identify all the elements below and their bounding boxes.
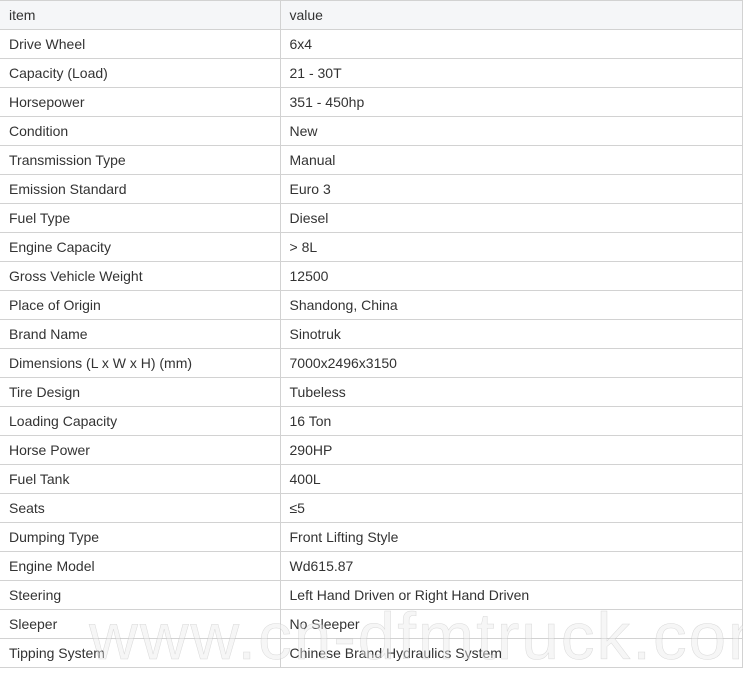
table-row: Capacity (Load) 21 - 30T: [0, 58, 743, 88]
value-cell: ≤5: [279, 493, 743, 523]
item-cell: Gross Vehicle Weight: [0, 261, 281, 291]
item-cell: Tire Design: [0, 377, 281, 407]
item-cell: Capacity (Load): [0, 58, 281, 88]
table-row: Fuel Type Diesel: [0, 203, 743, 233]
item-cell: Emission Standard: [0, 174, 281, 204]
value-cell: Chinese Brand Hydraulics System: [279, 638, 743, 668]
item-cell: Brand Name: [0, 319, 281, 349]
table-row: Tipping System Chinese Brand Hydraulics S…: [0, 638, 743, 668]
table-row: Condition New: [0, 116, 743, 146]
table-row: Horse Power 290HP: [0, 435, 743, 465]
item-cell: Seats: [0, 493, 281, 523]
spec-table-body: Drive Wheel 6x4 Capacity (Load) 21 - 30T Hor…: [0, 29, 743, 668]
table-row: Gross Vehicle Weight 12500: [0, 261, 743, 291]
value-cell: 290HP: [279, 435, 743, 465]
table-row: Dimensions (L x W x H) (mm) 7000x2496x315…: [0, 348, 743, 378]
table-row: Transmission Type Manual: [0, 145, 743, 175]
item-cell: Dimensions (L x W x H) (mm): [0, 348, 281, 378]
value-cell: Sinotruk: [279, 319, 743, 349]
item-cell: Condition: [0, 116, 281, 146]
value-cell: Front Lifting Style: [279, 522, 743, 552]
table-row: Drive Wheel 6x4: [0, 29, 743, 59]
item-cell: Horsepower: [0, 87, 281, 117]
value-cell: Shandong, China: [279, 290, 743, 320]
table-row: Fuel Tank 400L: [0, 464, 743, 494]
value-cell: Tubeless: [279, 377, 743, 407]
table-row: Engine Model Wd615.87: [0, 551, 743, 581]
table-row: Sleeper No Sleeper: [0, 609, 743, 639]
item-cell: Horse Power: [0, 435, 281, 465]
table-row: Horsepower 351 - 450hp: [0, 87, 743, 117]
table-row: Steering Left Hand Driven or Right Hand D…: [0, 580, 743, 610]
value-cell: Left Hand Driven or Right Hand Driven: [279, 580, 743, 610]
header-item: item: [0, 0, 281, 30]
value-cell: Manual: [279, 145, 743, 175]
header-value: value: [279, 0, 743, 30]
table-row: Dumping Type Front Lifting Style: [0, 522, 743, 552]
value-cell: New: [279, 116, 743, 146]
value-cell: Diesel: [279, 203, 743, 233]
table-row: Engine Capacity > 8L: [0, 232, 743, 262]
value-cell: Wd615.87: [279, 551, 743, 581]
item-cell: Engine Capacity: [0, 232, 281, 262]
value-cell: 21 - 30T: [279, 58, 743, 88]
value-cell: Euro 3: [279, 174, 743, 204]
table-row: Tire Design Tubeless: [0, 377, 743, 407]
value-cell: 400L: [279, 464, 743, 494]
value-cell: 12500: [279, 261, 743, 291]
table-row: Place of Origin Shandong, China: [0, 290, 743, 320]
table-row: Emission Standard Euro 3: [0, 174, 743, 204]
table-row: Brand Name Sinotruk: [0, 319, 743, 349]
item-cell: Fuel Type: [0, 203, 281, 233]
item-cell: Fuel Tank: [0, 464, 281, 494]
item-cell: Tipping System: [0, 638, 281, 668]
item-cell: Sleeper: [0, 609, 281, 639]
value-cell: 16 Ton: [279, 406, 743, 436]
value-cell: > 8L: [279, 232, 743, 262]
item-cell: Transmission Type: [0, 145, 281, 175]
table-header-row: item value: [0, 0, 743, 30]
item-cell: Drive Wheel: [0, 29, 281, 59]
spec-table: item value Drive Wheel 6x4 Capacity (Load)…: [0, 0, 743, 668]
item-cell: Engine Model: [0, 551, 281, 581]
item-cell: Dumping Type: [0, 522, 281, 552]
value-cell: 351 - 450hp: [279, 87, 743, 117]
value-cell: 7000x2496x3150: [279, 348, 743, 378]
item-cell: Steering: [0, 580, 281, 610]
item-cell: Loading Capacity: [0, 406, 281, 436]
table-row: Seats ≤5: [0, 493, 743, 523]
value-cell: No Sleeper: [279, 609, 743, 639]
value-cell: 6x4: [279, 29, 743, 59]
item-cell: Place of Origin: [0, 290, 281, 320]
table-row: Loading Capacity 16 Ton: [0, 406, 743, 436]
